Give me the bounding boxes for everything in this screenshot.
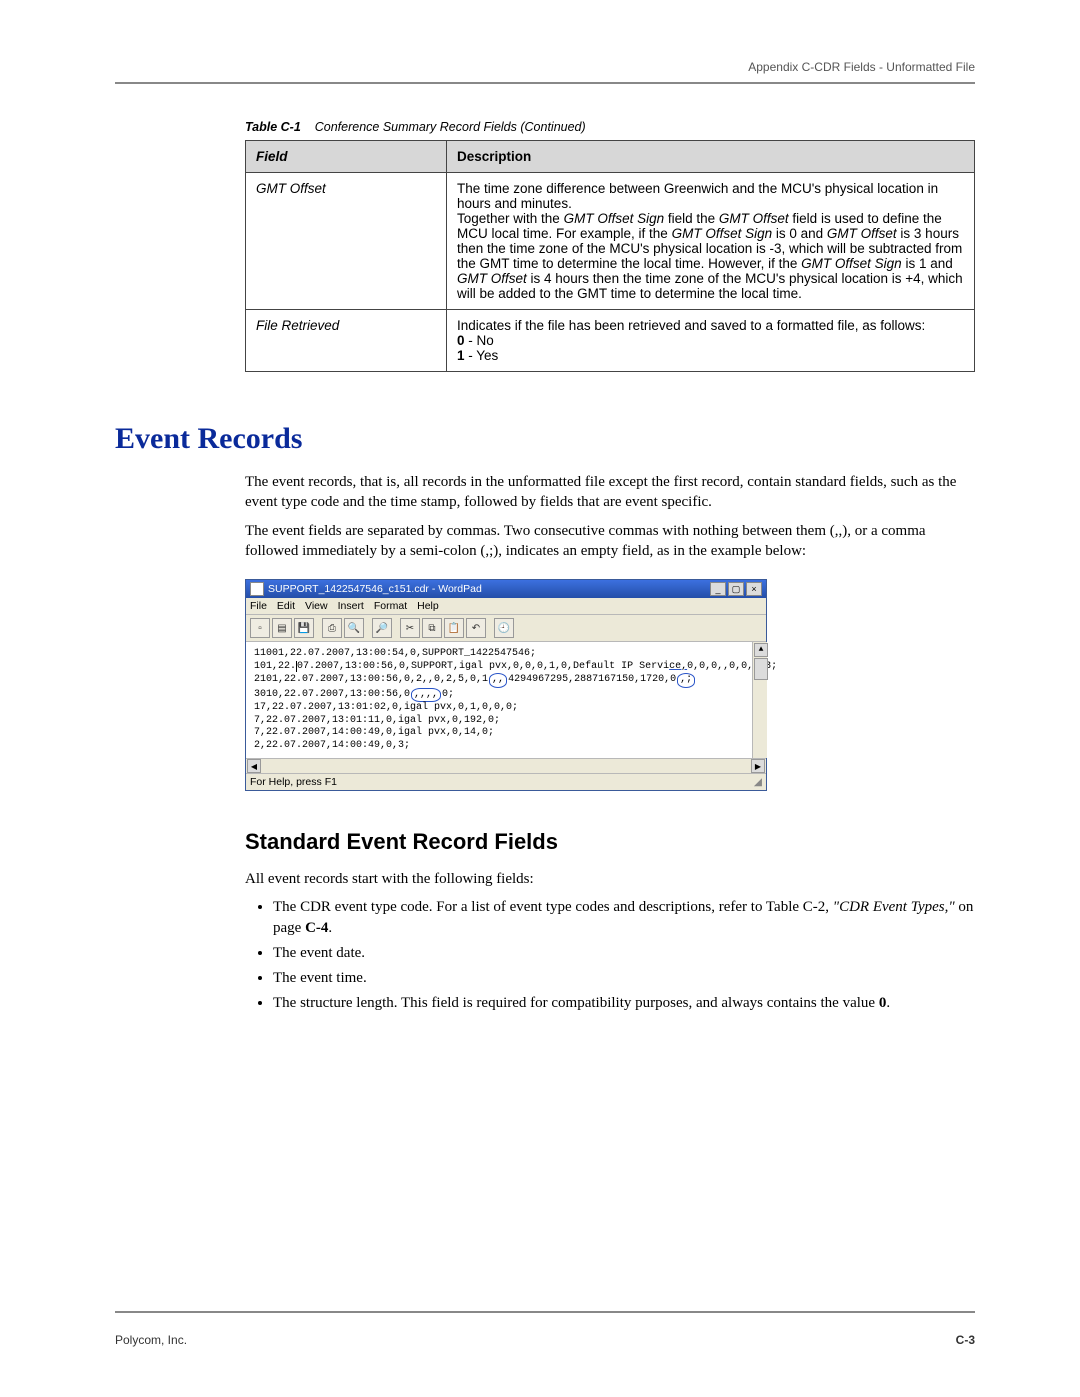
cell-field: File Retrieved [246, 310, 447, 372]
paragraph: The event fields are separated by commas… [245, 521, 975, 562]
save-icon[interactable]: 💾 [294, 618, 314, 638]
content-line: 2101,22.07.2007,13:00:56,0,2,,0,2,5,0,1,… [254, 673, 760, 688]
scroll-left-icon[interactable]: ◀ [247, 759, 261, 773]
bullet-list: The CDR event type code. For a list of e… [245, 897, 975, 1014]
maximize-button[interactable]: ▢ [728, 582, 744, 596]
header-rule [115, 82, 975, 84]
document-icon [250, 582, 264, 596]
list-item: The structure length. This field is requ… [273, 993, 975, 1014]
copy-icon[interactable]: ⧉ [422, 618, 442, 638]
th-description: Description [447, 141, 975, 173]
wordpad-titlebar: SUPPORT_1422547546_c151.cdr - WordPad _ … [246, 580, 766, 598]
menu-edit[interactable]: Edit [277, 600, 295, 612]
menu-format[interactable]: Format [374, 600, 407, 612]
cell-desc: Indicates if the file has been retrieved… [447, 310, 975, 372]
wordpad-window: SUPPORT_1422547546_c151.cdr - WordPad _ … [245, 579, 767, 791]
content-line: 3010,22.07.2007,13:00:56,0,,,,0; [254, 688, 760, 703]
table-caption-title: Conference Summary Record Fields (Contin… [315, 120, 586, 134]
table-header-row: Field Description [246, 141, 975, 173]
content-line: 2,22.07.2007,14:00:49,0,3; [254, 740, 760, 753]
menu-view[interactable]: View [305, 600, 328, 612]
running-header: Appendix C-CDR Fields - Unformatted File [115, 60, 975, 74]
footer-page-number: C-3 [956, 1333, 975, 1347]
table-row: File Retrieved Indicates if the file has… [246, 310, 975, 372]
paragraph: The event records, that is, all records … [245, 472, 975, 513]
table-section: Table C-1 Conference Summary Record Fiel… [245, 120, 975, 372]
cell-desc: The time zone difference between Greenwi… [447, 173, 975, 310]
section-heading-event-records: Event Records [115, 422, 975, 456]
wordpad-statusbar: For Help, press F1 ◢ [246, 773, 766, 790]
wordpad-title-text: SUPPORT_1422547546_c151.cdr - WordPad [268, 583, 482, 595]
page: Appendix C-CDR Fields - Unformatted File… [0, 0, 1080, 1397]
content-line: 7,22.07.2007,13:01:11,0,igal pvx,0,192,0… [254, 715, 760, 728]
wordpad-content[interactable]: 11001,22.07.2007,13:00:54,0,SUPPORT_1422… [246, 642, 766, 758]
list-item: The event time. [273, 968, 975, 989]
horizontal-scrollbar[interactable]: ◀ ▶ [246, 758, 766, 773]
content-line: 101,22.07.2007,13:00:56,0,SUPPORT,igal p… [254, 661, 760, 674]
summary-table: Field Description GMT Offset The time zo… [245, 140, 975, 372]
wordpad-toolbar: ▫ ▤ 💾 ⎙ 🔍 🔎 ✂ ⧉ 📋 ↶ 🕘 [246, 615, 766, 642]
th-field: Field [246, 141, 447, 173]
list-item: The CDR event type code. For a list of e… [273, 897, 975, 939]
wordpad-menubar: File Edit View Insert Format Help [246, 598, 766, 615]
table-row: GMT Offset The time zone difference betw… [246, 173, 975, 310]
find-icon[interactable]: 🔎 [372, 618, 392, 638]
scroll-up-icon[interactable]: ▲ [754, 643, 768, 657]
menu-help[interactable]: Help [417, 600, 439, 612]
scroll-thumb[interactable] [754, 658, 768, 680]
scroll-right-icon[interactable]: ▶ [751, 759, 765, 773]
content-line: 17,22.07.2007,13:01:02,0,igal pvx,0,1,0,… [254, 702, 760, 715]
vertical-scrollbar[interactable]: ▲ [752, 642, 767, 758]
page-footer: Polycom, Inc. C-3 [115, 1311, 975, 1347]
resize-grip-icon[interactable]: ◢ [754, 776, 762, 788]
standard-fields-section: Standard Event Record Fields All event r… [245, 829, 975, 1014]
footer-left: Polycom, Inc. [115, 1333, 187, 1347]
preview-icon[interactable]: 🔍 [344, 618, 364, 638]
paste-icon[interactable]: 📋 [444, 618, 464, 638]
menu-insert[interactable]: Insert [338, 600, 364, 612]
datetime-icon[interactable]: 🕘 [494, 618, 514, 638]
cell-field: GMT Offset [246, 173, 447, 310]
content-line: 7,22.07.2007,14:00:49,0,igal pvx,0,14,0; [254, 727, 760, 740]
cut-icon[interactable]: ✂ [400, 618, 420, 638]
table-caption-label: Table C-1 [245, 120, 301, 134]
open-icon[interactable]: ▤ [272, 618, 292, 638]
content-line: 11001,22.07.2007,13:00:54,0,SUPPORT_1422… [254, 648, 760, 661]
subsection-heading-standard-fields: Standard Event Record Fields [245, 829, 975, 855]
status-text: For Help, press F1 [250, 776, 337, 788]
menu-file[interactable]: File [250, 600, 267, 612]
new-icon[interactable]: ▫ [250, 618, 270, 638]
table-caption: Table C-1 Conference Summary Record Fiel… [245, 120, 975, 134]
minimize-button[interactable]: _ [710, 582, 726, 596]
close-button[interactable]: × [746, 582, 762, 596]
event-records-body: The event records, that is, all records … [245, 472, 975, 791]
paragraph: All event records start with the followi… [245, 869, 975, 889]
print-icon[interactable]: ⎙ [322, 618, 342, 638]
undo-icon[interactable]: ↶ [466, 618, 486, 638]
list-item: The event date. [273, 943, 975, 964]
